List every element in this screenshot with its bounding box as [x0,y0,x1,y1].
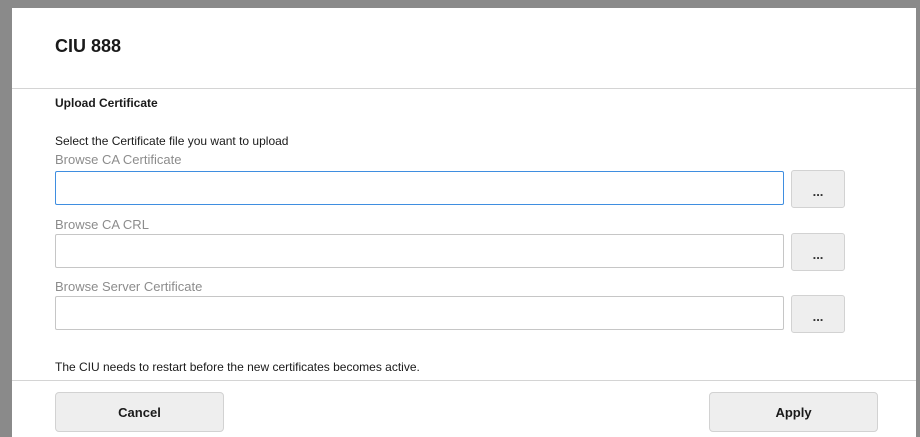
ca-certificate-label: Browse CA Certificate [55,152,182,167]
apply-button[interactable]: Apply [709,392,878,432]
dialog-title: CIU 888 [55,36,122,56]
browse-ca-crl-button[interactable]: ... [791,233,845,271]
instruction-text: Select the Certificate file you want to … [55,134,289,148]
browse-ca-certificate-button[interactable]: ... [791,170,845,208]
browse-server-certificate-button[interactable]: ... [791,295,845,333]
upload-certificate-dialog: CIU 888 Upload Certificate Select the Ce… [12,8,916,437]
restart-notice: The CIU needs to restart before the new … [55,360,420,374]
section-title: Upload Certificate [55,96,158,110]
dialog-header: CIU 888 [12,8,916,89]
cancel-button[interactable]: Cancel [55,392,224,432]
ca-crl-label: Browse CA CRL [55,217,149,232]
ca-crl-input[interactable] [55,234,784,268]
ca-certificate-input[interactable] [55,171,784,205]
dialog-footer: Cancel Apply [12,380,916,437]
server-certificate-label: Browse Server Certificate [55,279,203,294]
server-certificate-input[interactable] [55,296,784,330]
